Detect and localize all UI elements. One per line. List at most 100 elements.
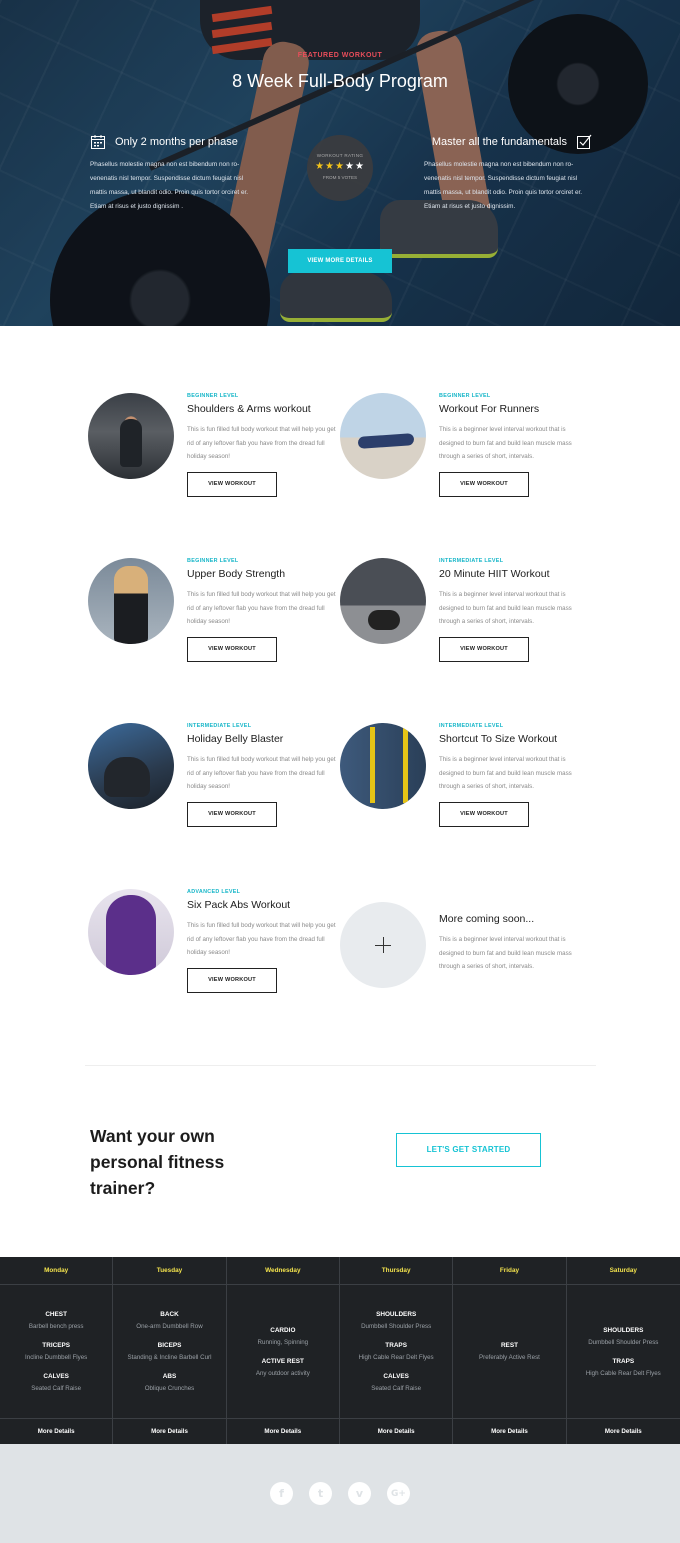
- exercise: CALVES Seated Calf Raise: [31, 1373, 81, 1392]
- exercise: REST Preferably Active Rest: [479, 1342, 540, 1361]
- exercise-detail: Standing & Incline Barbell Curl: [127, 1354, 212, 1361]
- facebook-icon[interactable]: f: [270, 1482, 293, 1505]
- exercise-name: TRAPS: [612, 1357, 635, 1365]
- view-workout-button[interactable]: VIEW WORKOUT: [187, 802, 277, 827]
- workout-card: BEGINNER LEVEL Workout For Runners This …: [340, 393, 590, 497]
- day-name: Friday: [453, 1257, 566, 1285]
- workout-description: This is fun filled full body workout tha…: [187, 591, 336, 625]
- exercise-name: TRAPS: [385, 1342, 407, 1349]
- more-details-link[interactable]: More Details: [339, 1418, 453, 1444]
- day-name: Tuesday: [113, 1257, 226, 1285]
- more-details-link[interactable]: More Details: [0, 1418, 113, 1444]
- workout-level: INTERMEDIATE LEVEL: [439, 558, 504, 564]
- workout-level: INTERMEDIATE LEVEL: [439, 723, 504, 729]
- exercise: ACTIVE REST Any outdoor activity: [256, 1358, 310, 1377]
- vimeo-icon[interactable]: v: [348, 1482, 371, 1505]
- workout-description: This is fun filled full body workout tha…: [187, 922, 336, 956]
- exercise-detail: One-arm Dumbbell Row: [136, 1323, 203, 1330]
- plus-icon: [375, 937, 391, 953]
- exercise: TRAPS High Cable Rear Delt Flyes: [359, 1342, 434, 1361]
- day-exercises: REST Preferably Active Rest: [453, 1285, 565, 1418]
- more-details-link[interactable]: More Details: [566, 1418, 680, 1444]
- exercise-detail: Running, Spinning: [257, 1338, 309, 1346]
- workout-description: This is fun filled full body workout tha…: [187, 756, 336, 790]
- day-name: Thursday: [339, 1257, 453, 1285]
- feature-right-body: Phasellus molestie magna non est bibendu…: [424, 161, 583, 210]
- star-icon: ★: [344, 161, 355, 172]
- workout-card: INTERMEDIATE LEVEL Holiday Belly Blaster…: [88, 723, 338, 827]
- exercise-detail: High Cable Rear Delt Flyes: [358, 1354, 434, 1361]
- workout-title: Six Pack Abs Workout: [187, 899, 291, 911]
- workout-card: INTERMEDIATE LEVEL 20 Minute HIIT Workou…: [340, 558, 590, 662]
- more-details-link[interactable]: More Details: [226, 1418, 339, 1444]
- view-workout-button[interactable]: VIEW WORKOUT: [439, 802, 529, 827]
- schedule-day-tuesday: Tuesday BACK One-arm Dumbbell Row BICEPS S…: [113, 1257, 227, 1444]
- star-icon: ★: [325, 161, 336, 172]
- more-details-link[interactable]: More Details: [113, 1418, 226, 1444]
- workout-image: [88, 558, 174, 644]
- google-plus-icon[interactable]: G+: [387, 1482, 410, 1505]
- exercise: SHOULDERS Dumbbell Shoulder Press: [361, 1311, 431, 1330]
- cta-heading: Want your own personal fitness trainer?: [90, 1126, 225, 1198]
- feature-right: Master all the fundamentals Phasellus mo…: [424, 134, 592, 214]
- exercise-detail: High Cable Rear Delt Flyes: [585, 1369, 661, 1377]
- star-icon: ★: [315, 161, 326, 172]
- exercise-name: CALVES: [43, 1373, 69, 1380]
- exercise-detail: Preferably Active Rest: [479, 1354, 540, 1361]
- workout-card: BEGINNER LEVEL Shoulders & Arms workout …: [88, 393, 338, 497]
- workout-title: Holiday Belly Blaster: [187, 733, 284, 745]
- checkbox-icon: [576, 134, 592, 150]
- workout-title: Shoulders & Arms workout: [187, 403, 311, 415]
- exercise-name: ABS: [162, 1373, 177, 1380]
- twitter-icon[interactable]: t: [309, 1482, 332, 1505]
- workout-card: INTERMEDIATE LEVEL Shortcut To Size Work…: [340, 723, 590, 827]
- view-more-details-button[interactable]: VIEW MORE DETAILS: [288, 249, 392, 273]
- exercise-name: SHOULDERS: [603, 1326, 644, 1334]
- exercise-name: CHEST: [45, 1311, 67, 1318]
- exercise: BACK One-arm Dumbbell Row: [136, 1311, 202, 1330]
- workout-level: ADVANCED LEVEL: [187, 889, 241, 895]
- more-details-link[interactable]: More Details: [453, 1418, 566, 1444]
- feature-right-title: Master all the fundamentals: [431, 136, 567, 148]
- coming-soon-image: [340, 902, 426, 988]
- view-workout-button[interactable]: VIEW WORKOUT: [439, 472, 529, 497]
- workout-card: ADVANCED LEVEL Six Pack Abs Workout This…: [88, 889, 338, 993]
- view-workout-button[interactable]: VIEW WORKOUT: [187, 968, 277, 993]
- rating-label: WORKOUT RATING: [316, 153, 364, 158]
- exercise-name: BICEPS: [157, 1342, 182, 1349]
- view-workout-button[interactable]: VIEW WORKOUT: [187, 472, 277, 497]
- view-workout-button[interactable]: VIEW WORKOUT: [187, 637, 277, 662]
- day-exercises: BACK One-arm Dumbbell Row BICEPS Standing …: [113, 1285, 225, 1418]
- exercise-name: TRICEPS: [42, 1342, 70, 1349]
- day-exercises: CARDIO Running, Spinning ACTIVE REST Any o…: [227, 1285, 339, 1418]
- exercise-name: CALVES: [383, 1373, 409, 1380]
- exercise-name: SHOULDERS: [376, 1311, 417, 1318]
- hero-title: 8 Week Full-Body Program: [232, 71, 448, 91]
- feature-right-header: Master all the fundamentals: [424, 134, 592, 150]
- exercise-name: BACK: [160, 1311, 179, 1318]
- view-workout-button[interactable]: VIEW WORKOUT: [439, 637, 529, 662]
- workout-rating-badge: WORKOUT RATING ★★★★★ FROM 5 VOTES: [307, 135, 373, 201]
- exercise-name: REST: [500, 1342, 518, 1349]
- workout-title: Upper Body Strength: [187, 568, 286, 580]
- schedule-day-saturday: Saturday SHOULDERS Dumbbell Shoulder Pres…: [566, 1257, 680, 1444]
- workout-description: This is a beginner level interval workou…: [439, 756, 572, 790]
- exercise-detail: Dumbbell Shoulder Press: [361, 1323, 432, 1330]
- coming-soon-card: More coming soon... This is a beginner l…: [340, 902, 590, 1002]
- get-started-button[interactable]: LET'S GET STARTED: [396, 1133, 541, 1167]
- star-icon: ★: [354, 161, 365, 172]
- day-exercises: CHEST Barbell bench press TRICEPS Incline …: [0, 1285, 112, 1418]
- exercise-detail: Seated Calf Raise: [31, 1385, 82, 1392]
- exercise-detail: Incline Dumbbell Flyes: [25, 1354, 88, 1361]
- workout-image: [340, 558, 426, 644]
- star-icon: ★: [335, 161, 345, 172]
- exercise-detail: Any outdoor activity: [255, 1369, 310, 1377]
- workout-level: BEGINNER LEVEL: [439, 393, 491, 399]
- exercise: ABS Oblique Crunches: [145, 1373, 195, 1392]
- workout-title: 20 Minute HIIT Workout: [439, 568, 550, 580]
- exercise: TRAPS High Cable Rear Delt Flyes: [586, 1358, 661, 1377]
- schedule-day-friday: Friday REST Preferably Active Rest More D…: [453, 1257, 567, 1444]
- exercise: CARDIO Running, Spinning: [258, 1327, 309, 1346]
- exercise-detail: Oblique Crunches: [144, 1385, 195, 1392]
- coming-soon-description: This is a beginner level interval workou…: [439, 936, 572, 970]
